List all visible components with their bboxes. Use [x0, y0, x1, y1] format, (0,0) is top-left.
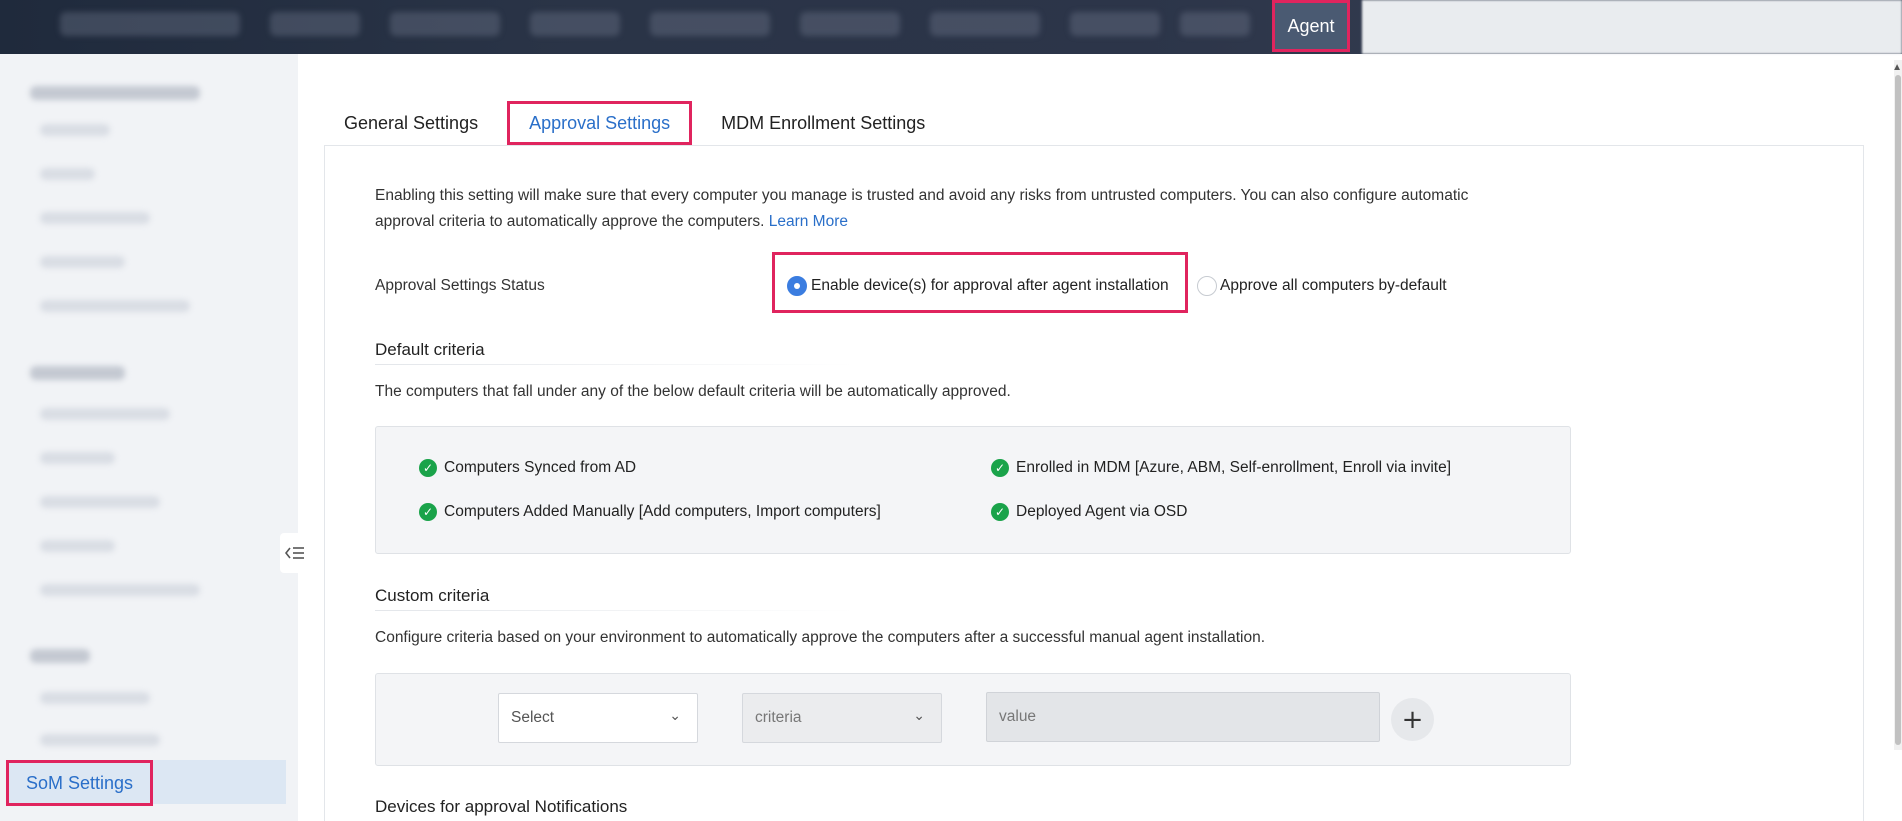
default-criteria-box — [375, 426, 1571, 554]
radio-approve-all-label[interactable]: Approve all computers by-default — [1220, 277, 1447, 295]
sidebar-item[interactable] — [40, 540, 115, 552]
intro-text: Enabling this setting will make sure tha… — [375, 183, 1515, 235]
criteria-item-label: Deployed Agent via OSD — [1016, 503, 1188, 520]
settings-tabs: General Settings Approval Settings MDM E… — [324, 100, 944, 146]
default-criteria-description: The computers that fall under any of the… — [375, 383, 1011, 400]
collapse-sidebar-icon — [285, 547, 304, 559]
criteria-select-value: criteria — [755, 709, 802, 726]
criteria-item: ✓ Enrolled in MDM [Azure, ABM, Self-enro… — [991, 459, 1451, 477]
criteria-item-label: Enrolled in MDM [Azure, ABM, Self-enroll… — [1016, 459, 1452, 476]
sidebar-section-heading — [30, 86, 200, 100]
sidebar-item[interactable] — [40, 734, 160, 746]
notifications-title: Devices for approval Notifications — [375, 797, 628, 816]
scroll-up-icon[interactable]: ▲ — [1892, 62, 1902, 73]
chevron-down-icon: ⌄ — [669, 708, 681, 724]
attribute-select-value: Select — [511, 709, 555, 726]
approval-status-label: Approval Settings Status — [375, 277, 545, 294]
radio-enable-approval[interactable] — [787, 276, 807, 296]
radio-approve-all[interactable] — [1197, 276, 1217, 296]
sidebar-item[interactable] — [40, 300, 190, 312]
divider — [375, 364, 855, 365]
default-criteria-title: Default criteria — [375, 340, 485, 359]
criteria-item: ✓ Computers Added Manually [Add computer… — [419, 503, 881, 521]
sidebar-item-som-settings[interactable]: SoM Settings — [6, 760, 153, 806]
criteria-item: ✓ Computers Synced from AD — [419, 459, 636, 477]
blurred-logo — [60, 12, 240, 36]
blurred-nav-item[interactable] — [270, 12, 360, 36]
tab-mdm-enrollment-settings[interactable]: MDM Enrollment Settings — [702, 101, 944, 145]
sidebar-item[interactable] — [40, 124, 110, 136]
custom-criteria-title: Custom criteria — [375, 586, 490, 605]
sidebar-item[interactable] — [40, 256, 125, 268]
top-navigation-bar: Agent — [0, 0, 1902, 54]
criteria-item-label: Computers Synced from AD — [444, 459, 637, 476]
blurred-nav-item[interactable] — [1180, 12, 1250, 36]
blurred-nav-item[interactable] — [530, 12, 620, 36]
sidebar-item[interactable] — [40, 408, 170, 420]
sidebar-item[interactable] — [40, 168, 95, 180]
value-input-placeholder: value — [999, 708, 1037, 725]
check-circle-icon: ✓ — [991, 503, 1009, 521]
blurred-nav-item[interactable] — [650, 12, 770, 36]
check-circle-icon: ✓ — [419, 459, 437, 477]
criteria-item-label: Computers Added Manually [Add computers,… — [444, 503, 881, 520]
attribute-select[interactable]: Select ⌄ — [498, 693, 698, 743]
radio-enable-approval-label[interactable]: Enable device(s) for approval after agen… — [811, 277, 1169, 295]
sidebar-section-heading — [30, 649, 90, 663]
blurred-nav-item[interactable] — [930, 12, 1040, 36]
blurred-nav-item[interactable] — [800, 12, 900, 36]
scrollbar-thumb[interactable] — [1895, 75, 1901, 745]
sidebar-item[interactable] — [40, 496, 160, 508]
value-input[interactable]: value — [986, 692, 1380, 742]
intro-description: Enabling this setting will make sure tha… — [375, 187, 1469, 230]
divider — [375, 610, 855, 611]
agent-tab[interactable]: Agent — [1272, 0, 1350, 52]
sidebar-item[interactable] — [40, 584, 200, 596]
sidebar — [0, 54, 298, 821]
sidebar-item[interactable] — [40, 452, 115, 464]
check-circle-icon: ✓ — [991, 459, 1009, 477]
blurred-header-actions — [1362, 0, 1902, 54]
learn-more-link[interactable]: Learn More — [769, 213, 848, 230]
plus-icon: + — [1401, 704, 1424, 735]
criteria-select[interactable]: criteria ⌄ — [742, 693, 942, 743]
add-criteria-button[interactable]: + — [1391, 698, 1434, 741]
collapse-sidebar-icon[interactable] — [280, 533, 310, 573]
custom-criteria-description: Configure criteria based on your environ… — [375, 629, 1266, 646]
blurred-nav-item[interactable] — [390, 12, 500, 36]
tab-general-settings[interactable]: General Settings — [324, 101, 497, 145]
tab-approval-settings[interactable]: Approval Settings — [507, 101, 693, 145]
blurred-nav-item[interactable] — [1070, 12, 1160, 36]
criteria-item: ✓ Deployed Agent via OSD — [991, 503, 1187, 521]
sidebar-section-heading — [30, 366, 125, 380]
sidebar-item[interactable] — [40, 692, 150, 704]
sidebar-item[interactable] — [40, 212, 150, 224]
chevron-down-icon: ⌄ — [913, 708, 925, 724]
check-circle-icon: ✓ — [419, 503, 437, 521]
